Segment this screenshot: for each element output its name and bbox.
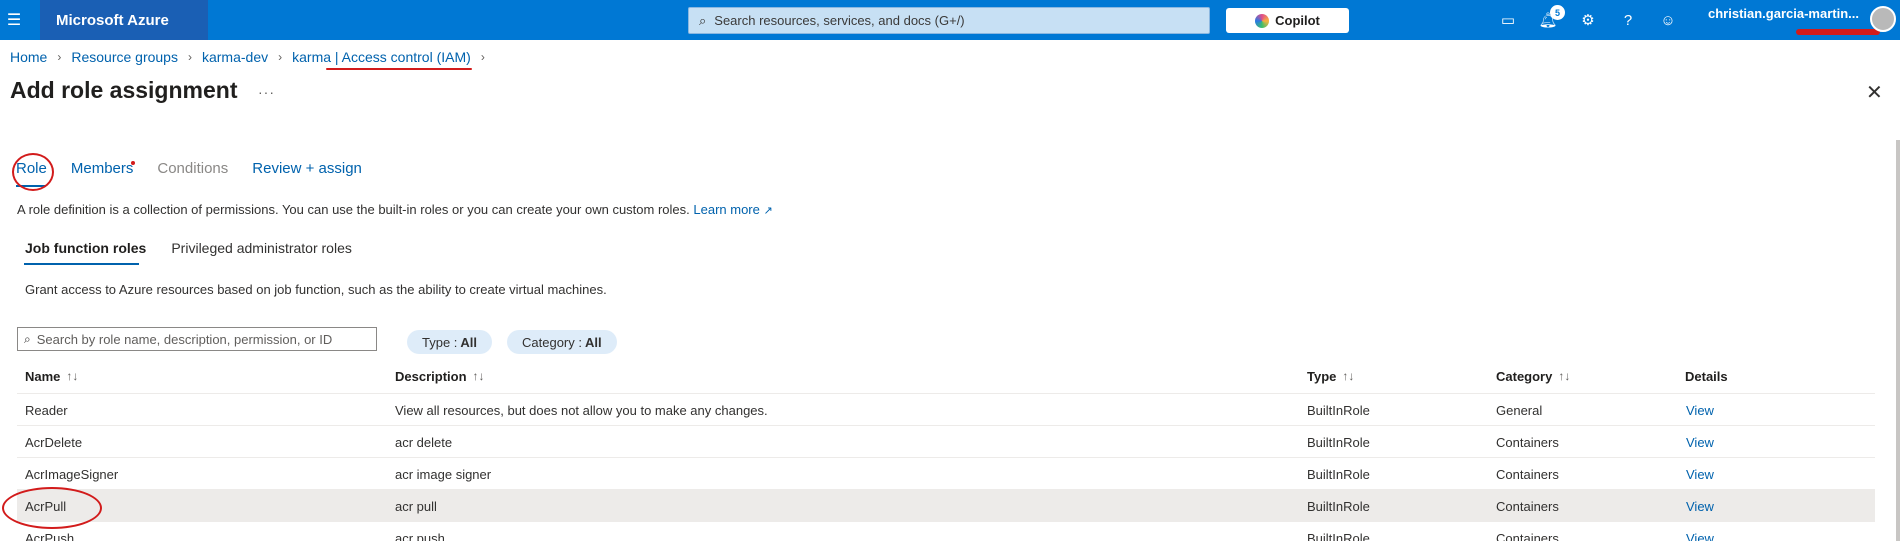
category-filter-label: Category : [522, 334, 582, 350]
role-subtabs: Job function roles Privileged administra… [25, 240, 377, 256]
cell-category: Containers [1496, 530, 1559, 541]
avatar[interactable] [1870, 6, 1896, 32]
top-bar: ☰ Microsoft Azure ⌕ Search resources, se… [0, 0, 1900, 40]
breadcrumb: Home › Resource groups › karma-dev › kar… [10, 49, 495, 65]
tab-members[interactable]: Members [71, 160, 134, 177]
global-search-placeholder: Search resources, services, and docs (G+… [714, 13, 965, 28]
view-details-link[interactable]: View [1686, 394, 1714, 426]
header-description-label: Description [395, 368, 467, 384]
cell-type: BuiltInRole [1307, 498, 1370, 514]
annotation-circle [2, 487, 102, 529]
tab-conditions: Conditions [157, 160, 229, 177]
close-icon[interactable]: ✕ [1866, 80, 1883, 105]
cell-description: View all resources, but does not allow y… [395, 402, 768, 418]
cell-category: Containers [1496, 434, 1559, 450]
cell-category: General [1496, 402, 1543, 418]
chevron-right-icon: › [57, 50, 62, 64]
type-filter-label: Type : [422, 334, 458, 350]
cell-type: BuiltInRole [1307, 434, 1370, 450]
role-description-text: A role definition is a collection of per… [17, 202, 690, 217]
annotation-underline [326, 68, 472, 70]
brand-link[interactable]: Microsoft Azure [40, 0, 208, 40]
wizard-tabs: Role Members Conditions Review + assign [16, 160, 386, 177]
role-search-placeholder: Search by role name, description, permis… [36, 331, 333, 347]
role-search-input[interactable]: ⌕ Search by role name, description, perm… [17, 327, 377, 351]
table-row[interactable]: AcrImageSigner acr image signer BuiltInR… [17, 458, 1875, 490]
active-subtab-indicator [24, 263, 139, 265]
breadcrumb-resource-groups[interactable]: Resource groups [71, 49, 178, 65]
hamburger-menu-icon[interactable]: ☰ [0, 0, 28, 40]
header-details: Details [1685, 368, 1728, 384]
type-filter-pill[interactable]: Type : All [407, 330, 493, 354]
cell-description: acr image signer [395, 466, 492, 482]
page-title: Add role assignment [10, 77, 238, 103]
copilot-button[interactable]: Copilot [1226, 8, 1349, 33]
header-type-label: Type [1307, 368, 1337, 384]
help-icon[interactable]: ? [1610, 0, 1646, 40]
breadcrumb-home[interactable]: Home [10, 49, 47, 65]
required-indicator [131, 161, 135, 165]
notification-count-badge: 5 [1550, 5, 1565, 20]
breadcrumb-karma-dev[interactable]: karma-dev [202, 49, 268, 65]
chevron-right-icon: › [480, 50, 485, 64]
cell-name: AcrImageSigner [25, 466, 119, 482]
category-filter-value: All [584, 334, 602, 350]
table-row-selected[interactable]: AcrPull acr pull BuiltInRole Containers … [17, 490, 1875, 522]
grant-description: Grant access to Azure resources based on… [25, 282, 607, 297]
copilot-icon [1255, 13, 1270, 28]
vertical-scrollbar[interactable] [1896, 140, 1900, 541]
subtab-privileged-admin-roles[interactable]: Privileged administrator roles [171, 240, 352, 256]
cell-name: Reader [25, 402, 68, 418]
cloud-shell-icon[interactable]: ▭ [1490, 0, 1526, 40]
header-name-label: Name [25, 368, 61, 384]
more-options-icon[interactable]: ··· [258, 84, 275, 100]
feedback-icon[interactable]: ☺ [1650, 0, 1686, 40]
header-type[interactable]: Type ↑↓ [1307, 360, 1354, 392]
chevron-right-icon: › [278, 50, 283, 64]
search-icon: ⌕ [24, 331, 31, 346]
search-icon: ⌕ [699, 12, 707, 28]
table-header-row: Name ↑↓ Description ↑↓ Type ↑↓ Category ↑↓ D… [17, 360, 1875, 394]
view-details-link[interactable]: View [1686, 458, 1714, 490]
settings-gear-icon[interactable]: ⚙ [1570, 0, 1606, 40]
cell-type: BuiltInRole [1307, 466, 1370, 482]
table-row[interactable]: AcrDelete acr delete BuiltInRole Contain… [17, 426, 1875, 458]
redaction-mark [1796, 29, 1880, 35]
sort-icon: ↑↓ [66, 369, 79, 383]
table-row[interactable]: Reader View all resources, but does not … [17, 394, 1875, 426]
cell-category: Containers [1496, 466, 1559, 482]
view-details-link[interactable]: View [1686, 426, 1714, 458]
notifications-bell-icon[interactable]: 🔔︎ 5 [1530, 0, 1566, 40]
subtab-job-function-roles[interactable]: Job function roles [25, 240, 146, 256]
sort-icon: ↑↓ [1558, 369, 1571, 383]
header-category-label: Category [1496, 368, 1553, 384]
cell-type: BuiltInRole [1307, 530, 1370, 541]
copilot-label: Copilot [1275, 13, 1320, 28]
cell-description: acr pull [395, 498, 437, 514]
type-filter-value: All [460, 334, 478, 350]
cell-description: acr push [395, 530, 445, 541]
external-link-icon: ↗ [763, 205, 773, 217]
category-filter-pill[interactable]: Category : All [507, 330, 617, 354]
sort-icon: ↑↓ [472, 369, 485, 383]
global-search-input[interactable]: ⌕ Search resources, services, and docs (… [688, 7, 1210, 34]
view-details-link[interactable]: View [1686, 522, 1714, 541]
table-row[interactable]: AcrPush acr push BuiltInRole Containers … [17, 522, 1875, 541]
cell-type: BuiltInRole [1307, 402, 1370, 418]
breadcrumb-access-control[interactable]: karma | Access control (IAM) [292, 49, 471, 65]
header-category[interactable]: Category ↑↓ [1496, 360, 1570, 392]
annotation-circle [12, 153, 54, 191]
header-description[interactable]: Description ↑↓ [395, 360, 485, 392]
learn-more-link[interactable]: Learn more [693, 202, 759, 217]
cell-description: acr delete [395, 434, 453, 450]
user-account-name[interactable]: christian.garcia-martin... [1708, 6, 1859, 21]
role-description: A role definition is a collection of per… [17, 202, 773, 217]
cell-name: AcrDelete [25, 434, 83, 450]
view-details-link[interactable]: View [1686, 490, 1714, 522]
chevron-right-icon: › [187, 50, 192, 64]
cell-category: Containers [1496, 498, 1559, 514]
header-name[interactable]: Name ↑↓ [25, 360, 78, 392]
sort-icon: ↑↓ [1342, 369, 1355, 383]
tab-review-assign[interactable]: Review + assign [252, 160, 362, 177]
